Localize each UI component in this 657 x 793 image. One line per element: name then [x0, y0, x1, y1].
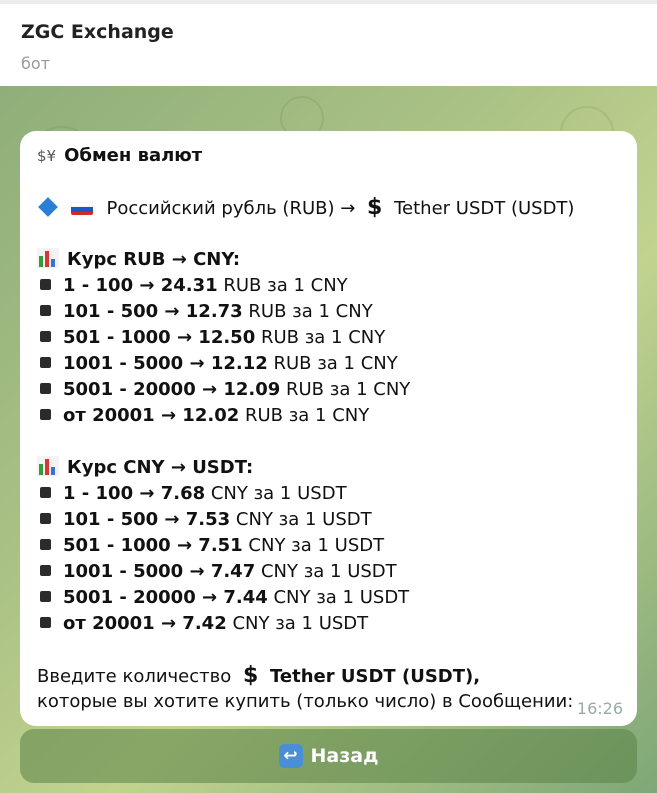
rate-unit: CNY за 1 USDT — [230, 509, 372, 530]
rate-range: 101 - 500 → 12.73 — [63, 301, 243, 322]
prompt-prefix: Введите количество — [37, 666, 232, 687]
rate-range: 1001 - 5000 → 7.47 — [63, 561, 256, 582]
dollar-icon: $ — [367, 195, 383, 220]
back-button-label: Назад — [310, 745, 379, 767]
message-heading: Обмен валют — [64, 145, 203, 166]
rate-unit: RUB за 1 CNY — [239, 405, 370, 426]
section1-title-line: Курс RUB → CNY: — [37, 248, 240, 272]
rate-row: 501 - 1000 → 7.51 CNY за 1 USDT — [37, 534, 384, 558]
rate-unit: CNY за 1 USDT — [255, 561, 397, 582]
rate-unit: RUB за 1 CNY — [217, 275, 348, 296]
bullet-square-icon — [40, 616, 51, 628]
rate-range: 1 - 100 → 24.31 — [63, 275, 218, 296]
exchange-icon: $¥ — [37, 147, 57, 165]
bullet-square-icon — [40, 486, 51, 498]
back-button[interactable]: ↩ Назад — [20, 729, 637, 783]
rate-unit: RUB за 1 CNY — [280, 379, 411, 400]
rate-row: 501 - 1000 → 12.50 RUB за 1 CNY — [37, 326, 385, 350]
rate-range: 5001 - 20000 → 7.44 — [63, 587, 268, 608]
rate-row: 1001 - 5000 → 7.47 CNY за 1 USDT — [37, 560, 397, 584]
bullet-square-icon — [40, 538, 51, 550]
rate-unit: RUB за 1 CNY — [242, 301, 373, 322]
rate-row: от 20001 → 7.42 CNY за 1 USDT — [37, 612, 368, 636]
prompt-line-2: которые вы хотите купить (только число) … — [37, 691, 574, 712]
dollar-icon: $ — [243, 663, 259, 688]
rate-row: 5001 - 20000 → 7.44 CNY за 1 USDT — [37, 586, 409, 610]
bullet-square-icon — [40, 512, 51, 524]
rate-unit: CNY за 1 USDT — [205, 483, 347, 504]
rate-range: от 20001 → 7.42 — [63, 613, 227, 634]
section2-title: Курс CNY → USDT: — [67, 457, 254, 478]
russia-flag-icon — [70, 200, 93, 215]
blue-diamond-icon — [38, 197, 58, 217]
rate-unit: RUB за 1 CNY — [255, 327, 386, 348]
rate-range: 501 - 1000 → 7.51 — [63, 535, 243, 556]
pair-to: Tether USDT (USDT) — [394, 198, 575, 219]
rate-row: 1001 - 5000 → 12.12 RUB за 1 CNY — [37, 352, 398, 376]
rate-unit: RUB за 1 CNY — [267, 353, 398, 374]
rate-range: от 20001 → 12.02 — [63, 405, 240, 426]
rate-row: 1 - 100 → 7.68 CNY за 1 USDT — [37, 482, 347, 506]
rate-range: 501 - 1000 → 12.50 — [63, 327, 256, 348]
return-arrow-icon: ↩ — [278, 744, 303, 768]
rate-range: 5001 - 20000 → 12.09 — [63, 379, 281, 400]
chat-subtitle: бот — [21, 54, 50, 73]
pair-from: Российский рубль (RUB) → — [106, 198, 356, 219]
bullet-square-icon — [40, 382, 51, 394]
message-time: 16:26 — [576, 699, 623, 718]
currency-pair-line: Российский рубль (RUB) → $ Tether USDT (… — [37, 196, 574, 221]
bullet-square-icon — [40, 590, 51, 602]
section2-title-line: Курс CNY → USDT: — [37, 456, 253, 480]
rate-row: 101 - 500 → 12.73 RUB за 1 CNY — [37, 300, 373, 324]
message-heading-line: $¥ Обмен валют — [37, 144, 202, 168]
bullet-square-icon — [40, 356, 51, 368]
bullet-square-icon — [40, 330, 51, 342]
chat-title[interactable]: ZGC Exchange — [21, 21, 174, 43]
chat-header: ZGC Exchange бот — [0, 0, 657, 86]
message-bubble: $¥ Обмен валют Российский рубль (RUB) → $… — [20, 131, 637, 726]
bullet-square-icon — [40, 408, 51, 420]
bullet-square-icon — [40, 564, 51, 576]
rate-range: 1001 - 5000 → 12.12 — [63, 353, 268, 374]
bullet-square-icon — [40, 304, 51, 316]
rate-unit: CNY за 1 USDT — [226, 613, 369, 634]
chart-icon — [37, 456, 59, 476]
rate-row: 1 - 100 → 24.31 RUB за 1 CNY — [37, 274, 348, 298]
rate-row: 101 - 500 → 7.53 CNY за 1 USDT — [37, 508, 372, 532]
bullet-square-icon — [40, 278, 51, 290]
chart-icon — [37, 248, 59, 268]
prompt-line-1: Введите количество $ Tether USDT (USDT), — [37, 664, 480, 689]
section1-title: Курс RUB → CNY: — [67, 249, 241, 270]
rate-unit: CNY за 1 USDT — [242, 535, 385, 556]
rate-unit: CNY за 1 USDT — [267, 587, 410, 608]
rate-range: 1 - 100 → 7.68 — [63, 483, 206, 504]
rate-range: 101 - 500 → 7.53 — [63, 509, 231, 530]
prompt-currency: Tether USDT (USDT), — [270, 666, 481, 687]
rate-row: от 20001 → 12.02 RUB за 1 CNY — [37, 404, 369, 428]
rate-row: 5001 - 20000 → 12.09 RUB за 1 CNY — [37, 378, 410, 402]
